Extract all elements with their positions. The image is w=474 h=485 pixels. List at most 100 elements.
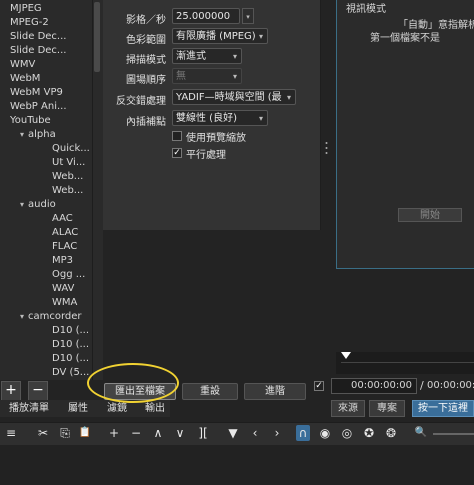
- tree-item[interactable]: Web...: [0, 170, 92, 184]
- next-button[interactable]: 按一下這裡: [412, 400, 474, 417]
- tree-item[interactable]: Ogg ...: [0, 268, 92, 282]
- tree-item[interactable]: WAV: [0, 282, 92, 296]
- interp-label: 內插補點: [126, 117, 166, 128]
- tree-item[interactable]: D10 (...: [0, 338, 92, 352]
- tree-item[interactable]: MPEG-2: [0, 16, 92, 30]
- tree-item[interactable]: DV (5...: [0, 366, 92, 380]
- tree-item[interactable]: Slide Dec...: [0, 44, 92, 58]
- add-button[interactable]: +: [1, 381, 21, 401]
- deinterlace-select[interactable]: YADIF—時域與空間 (最 ▾: [172, 89, 296, 105]
- parallel-checkbox[interactable]: ✓: [172, 148, 182, 158]
- ripple-icon[interactable]: ◎: [340, 425, 354, 441]
- cut-icon[interactable]: ✂: [36, 425, 50, 441]
- tree-item[interactable]: Slide Dec...: [0, 30, 92, 44]
- tree-item-label: camcorder: [28, 311, 82, 322]
- tree-item[interactable]: AAC: [0, 212, 92, 226]
- playhead-icon[interactable]: [341, 352, 351, 359]
- tree-group[interactable]: ▾ alpha: [0, 128, 92, 142]
- tree-item[interactable]: WebM: [0, 72, 92, 86]
- tree-item[interactable]: WebP Ani...: [0, 100, 92, 114]
- chevron-down-icon[interactable]: ▾: [20, 128, 28, 142]
- tree-group[interactable]: ▾ audio: [0, 198, 92, 212]
- tree-item-label: Web...: [52, 185, 84, 196]
- timeline-tracks[interactable]: [0, 445, 474, 485]
- reset-button[interactable]: 重設: [182, 383, 238, 400]
- zoom-out-icon[interactable]: 🔍: [414, 425, 428, 441]
- chevron-down-icon[interactable]: ▾: [20, 310, 28, 324]
- tab-filters[interactable]: 濾鏡: [100, 401, 134, 416]
- lift-icon[interactable]: ∧: [151, 425, 165, 441]
- source-button[interactable]: 來源: [331, 400, 365, 417]
- field-order-label: 圖場順序: [126, 75, 166, 86]
- chevron-down-icon: ▾: [258, 32, 263, 41]
- scan-mode-select[interactable]: 漸進式 ▾: [172, 48, 242, 64]
- tree-item[interactable]: D10 (...: [0, 352, 92, 366]
- fps-input[interactable]: 25.000000: [172, 8, 240, 24]
- tree-item-label: Web...: [52, 171, 84, 182]
- current-timecode-field[interactable]: 00:00:00:00: [331, 378, 417, 394]
- tree-item[interactable]: Web...: [0, 184, 92, 198]
- tree-item-label: WebM VP9: [10, 87, 63, 98]
- tree-item-label: audio: [28, 199, 56, 210]
- tree-item[interactable]: MP3: [0, 254, 92, 268]
- tree-scrollbar-thumb[interactable]: [94, 2, 100, 72]
- interp-select[interactable]: 雙線性 (良好) ▾: [172, 110, 268, 126]
- tree-item[interactable]: Ut Vi...: [0, 156, 92, 170]
- color-range-select[interactable]: 有限廣播 (MPEG) ▾: [172, 28, 268, 44]
- prev-marker-icon[interactable]: ‹: [248, 425, 262, 441]
- start-button[interactable]: 開始: [398, 208, 462, 222]
- timecode-separator: /: [420, 379, 424, 392]
- tree-item-label: WMV: [10, 59, 36, 70]
- tree-item-label: WebM: [10, 73, 41, 84]
- ripple-all-icon[interactable]: ✪: [362, 425, 376, 441]
- zoom-slider[interactable]: [433, 433, 474, 435]
- tree-item-label: Slide Dec...: [10, 31, 67, 42]
- preset-tree[interactable]: MJPEG MPEG-2 Slide Dec... Slide Dec... WMV We…: [0, 0, 92, 380]
- tree-item[interactable]: ALAC: [0, 226, 92, 240]
- preview-scale-label: 使用預覽縮放: [186, 133, 246, 144]
- chevron-down-icon: ▾: [286, 93, 291, 102]
- chevron-down-icon: ▾: [232, 72, 237, 81]
- tab-export[interactable]: 輸出: [138, 401, 172, 416]
- scrub-icon[interactable]: ◉: [318, 425, 332, 441]
- tree-item[interactable]: FLAC: [0, 240, 92, 254]
- marker-icon[interactable]: ▼: [226, 425, 240, 441]
- ripple-markers-icon[interactable]: ❂: [384, 425, 398, 441]
- tab-playlist[interactable]: 播放清單: [2, 401, 56, 416]
- tree-item[interactable]: YouTube: [0, 114, 92, 128]
- append-icon[interactable]: +: [107, 425, 121, 441]
- splitter-grip-icon[interactable]: [325, 140, 328, 154]
- project-button[interactable]: 專案: [369, 400, 405, 417]
- menu-icon[interactable]: ≡: [4, 425, 18, 441]
- advanced-checkbox[interactable]: ✓: [314, 381, 324, 391]
- next-marker-icon[interactable]: ›: [270, 425, 284, 441]
- remove-icon[interactable]: −: [129, 425, 143, 441]
- tree-item-label: DV (5...: [52, 367, 90, 378]
- interp-value: 雙線性 (良好): [176, 113, 237, 124]
- tree-item-label: YouTube: [10, 115, 51, 126]
- fps-spin-icon[interactable]: ▾: [242, 8, 254, 24]
- remove-button[interactable]: −: [28, 381, 48, 401]
- tree-item[interactable]: WebM VP9: [0, 86, 92, 100]
- field-order-select[interactable]: 無 ▾: [172, 68, 242, 84]
- paste-icon[interactable]: 📋: [78, 425, 92, 441]
- highlight-ring: [87, 363, 179, 403]
- tree-group[interactable]: ▾ camcorder: [0, 310, 92, 324]
- preview-scale-checkbox[interactable]: [172, 131, 182, 141]
- deinterlace-label: 反交錯處理: [116, 96, 166, 107]
- tree-item[interactable]: Quick...: [0, 142, 92, 156]
- advanced-button[interactable]: 進階: [244, 383, 306, 400]
- tree-item[interactable]: D10 (...: [0, 324, 92, 338]
- tree-item[interactable]: MJPEG: [0, 2, 92, 16]
- copy-icon[interactable]: ⎘: [58, 425, 72, 441]
- tab-properties[interactable]: 屬性: [60, 401, 96, 416]
- overwrite-icon[interactable]: ∨: [173, 425, 187, 441]
- tree-item-label: D10 (...: [52, 325, 90, 336]
- snap-icon[interactable]: ∩: [296, 425, 310, 441]
- timeline-ruler[interactable]: [336, 352, 474, 374]
- split-icon[interactable]: ][: [196, 425, 210, 441]
- chevron-down-icon[interactable]: ▾: [20, 198, 28, 212]
- tree-item[interactable]: WMV: [0, 58, 92, 72]
- tree-item-label: alpha: [28, 129, 56, 140]
- tree-item[interactable]: WMA: [0, 296, 92, 310]
